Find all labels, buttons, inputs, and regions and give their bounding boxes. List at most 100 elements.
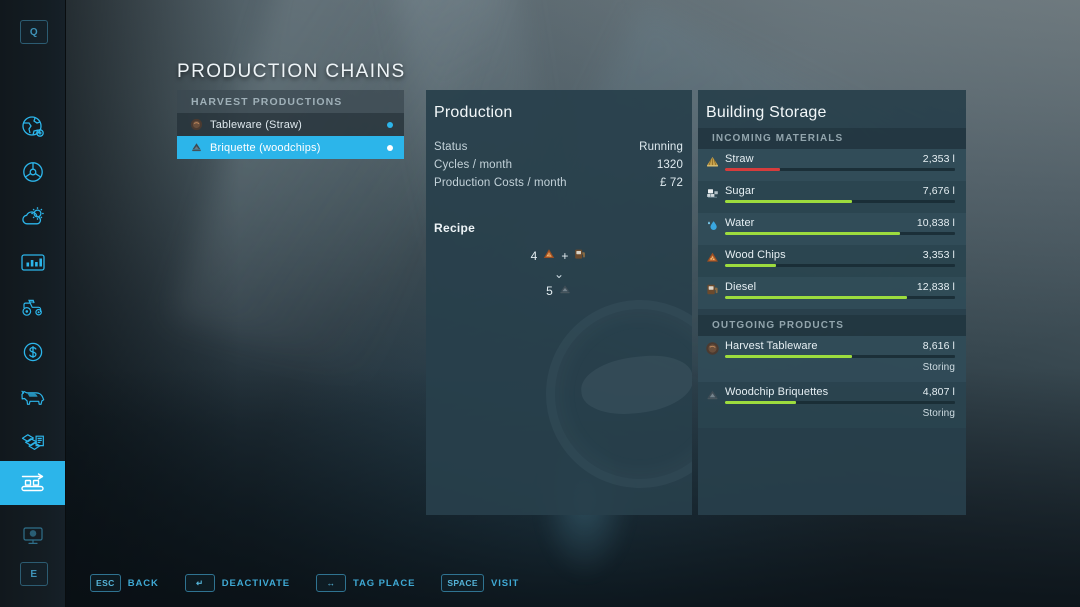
storage-row-wood-chips[interactable]: Wood Chips 3,353 l — [698, 245, 966, 277]
storage-item-state: Storing — [922, 408, 955, 419]
statistics-icon — [19, 250, 47, 274]
storage-row-water[interactable]: Water 10,838 l — [698, 213, 966, 245]
steering-wheel-icon — [20, 159, 46, 185]
sidebar-item-vehicle-overview[interactable] — [0, 284, 65, 329]
storage-fill-bar — [725, 200, 852, 203]
storage-item-amount: 4,807 l — [922, 386, 955, 398]
storage-item-state: Storing — [922, 362, 955, 373]
incoming-materials-header: INCOMING MATERIALS — [698, 128, 966, 149]
production-list-item-briquette[interactable]: Briquette (woodchips) — [177, 136, 404, 159]
weather-icon — [19, 204, 47, 230]
panel-watermark — [546, 300, 692, 488]
storage-fill-bar — [725, 355, 852, 358]
sidebar-item-weather[interactable] — [0, 194, 65, 239]
storage-row-top: Straw 2,353 l — [725, 153, 955, 165]
storage-row-top: Woodchip Briquettes 4,807 l — [725, 386, 955, 398]
production-list-header: HARVEST PRODUCTIONS — [177, 90, 404, 113]
production-list-item-tableware[interactable]: Tableware (Straw) — [177, 113, 404, 136]
storage-fill-bar — [725, 168, 781, 171]
sidebar-item-finances[interactable] — [0, 329, 65, 374]
sidebar-item-statistics[interactable] — [0, 239, 65, 284]
storage-item-amount: 2,353 l — [922, 153, 955, 165]
tableware-icon — [705, 341, 720, 356]
help-label: DEACTIVATE — [221, 577, 291, 589]
recipe-title: Recipe — [434, 221, 476, 235]
storage-item-name: Harvest Tableware — [725, 340, 818, 352]
help-key: ESC — [90, 574, 121, 592]
storage-row-top: Diesel 12,838 l — [725, 281, 955, 293]
outgoing-products-header: OUTGOING PRODUCTS — [698, 315, 966, 336]
storage-row-diesel[interactable]: Diesel 12,838 l — [698, 277, 966, 309]
help-item-back[interactable]: ESC BACK — [90, 574, 159, 592]
sidebar-prev-key[interactable]: Q — [20, 20, 48, 44]
storage-item-amount: 10,838 l — [916, 217, 955, 229]
storage-item-amount: 3,353 l — [922, 249, 955, 261]
globe-map-icon — [20, 114, 46, 140]
storage-fill-bar — [725, 232, 900, 235]
storage-row-harvest-tableware[interactable]: Harvest Tableware 8,616 l Storing — [698, 336, 966, 382]
diesel-icon — [573, 247, 587, 264]
production-list-item-label: Tableware (Straw) — [210, 118, 303, 131]
sidebar-item-map[interactable] — [0, 104, 65, 149]
help-item-tag-place[interactable]: ↔ TAG PLACE — [316, 574, 415, 592]
storage-row-content: Water 10,838 l — [725, 217, 955, 235]
storage-row-content: Sugar 7,676 l — [725, 185, 955, 203]
help-label: TAG PLACE — [353, 577, 416, 589]
production-panel-title: Production — [434, 104, 513, 121]
help-key: ↵ — [184, 574, 215, 592]
production-chains-icon — [18, 470, 48, 496]
storage-item-amount: 12,838 l — [916, 281, 955, 293]
stat-value: Running — [639, 141, 683, 153]
storage-item-name: Sugar — [725, 185, 755, 197]
straw-icon — [705, 154, 720, 169]
briquette-icon — [189, 141, 203, 155]
status-dot — [387, 121, 393, 128]
sidebar-item-vehicles[interactable] — [0, 149, 65, 194]
help-label: VISIT — [490, 577, 520, 589]
storage-fill-bar — [725, 264, 776, 267]
help-key: SPACE — [441, 574, 484, 592]
storage-item-name: Water — [725, 217, 755, 229]
sidebar-item-animals[interactable] — [0, 374, 65, 419]
storage-row-top: Wood Chips 3,353 l — [725, 249, 955, 261]
storage-row-straw[interactable]: Straw 2,353 l — [698, 149, 966, 181]
briquette-icon — [558, 282, 572, 299]
storage-row-content: Harvest Tableware 8,616 l Storing — [725, 340, 955, 373]
storage-item-name: Diesel — [725, 281, 757, 293]
storage-fill-track — [725, 355, 955, 358]
stat-row-status: Status Running — [434, 141, 683, 159]
help-label: BACK — [127, 577, 159, 589]
left-sidebar: Q E — [0, 0, 66, 607]
wood-chips-icon — [542, 247, 556, 264]
sidebar-item-production-chains[interactable] — [0, 461, 65, 505]
recipe-body: 4 + ⌄ 5 — [426, 247, 692, 299]
building-storage-title: Building Storage — [706, 104, 827, 121]
storage-item-name: Straw — [725, 153, 754, 165]
help-item-deactivate[interactable]: ↵ DEACTIVATE — [184, 574, 291, 592]
stat-key: Production Costs / month — [434, 177, 567, 189]
contracts-icon — [19, 430, 47, 454]
wood-chips-icon — [705, 250, 720, 265]
help-item-visit[interactable]: SPACE VISIT — [441, 574, 519, 592]
sidebar-item-helpers[interactable] — [0, 512, 65, 557]
production-panel: Production Status Running Cycles / month… — [426, 90, 692, 515]
stat-key: Cycles / month — [434, 159, 513, 171]
finances-icon — [20, 339, 46, 365]
production-stats: Status Running Cycles / month 1320 Produ… — [426, 141, 692, 195]
storage-row-sugar[interactable]: Sugar 7,676 l — [698, 181, 966, 213]
recipe-inputs: 4 + — [426, 247, 692, 264]
storage-fill-track — [725, 168, 955, 171]
storage-row-top: Harvest Tableware 8,616 l — [725, 340, 955, 352]
sidebar-item-contracts[interactable] — [0, 419, 65, 464]
storage-row-content: Straw 2,353 l — [725, 153, 955, 171]
animals-icon — [18, 385, 48, 409]
storage-row-woodchip-briquettes[interactable]: Woodchip Briquettes 4,807 l Storing — [698, 382, 966, 428]
storage-item-amount: 8,616 l — [922, 340, 955, 352]
storage-fill-track — [725, 401, 955, 404]
stat-key: Status — [434, 141, 468, 153]
stat-value: £ 72 — [660, 177, 683, 189]
building-storage-panel: Building Storage INCOMING MATERIALS Stra… — [698, 90, 966, 515]
recipe-output-amount: 5 — [546, 283, 553, 298]
help-bar: ESC BACK ↵ DEACTIVATE ↔ TAG PLACE SPACE … — [0, 559, 1080, 607]
stat-value: 1320 — [656, 159, 683, 171]
